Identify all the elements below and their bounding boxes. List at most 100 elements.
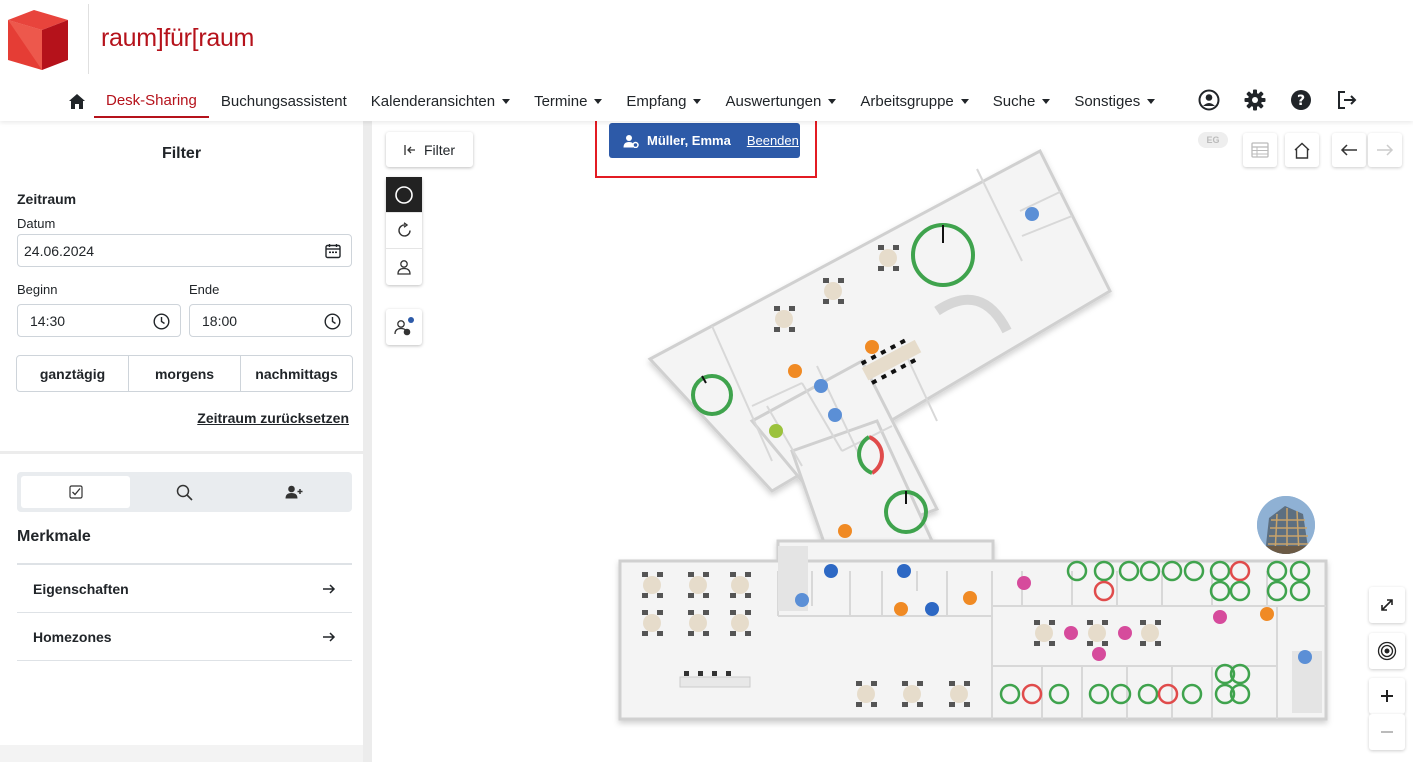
header-actions: ? <box>1186 86 1370 114</box>
nav-termine[interactable]: Termine <box>522 84 614 118</box>
map-tools <box>386 177 422 285</box>
logout-button[interactable] <box>1324 86 1370 114</box>
refresh-icon <box>397 222 411 237</box>
impersonation-banner: Müller, Emma Beenden <box>609 123 800 158</box>
nav-buchungsassistent[interactable]: Buchungsassistent <box>209 84 359 118</box>
list-item-homezones[interactable]: Homezones <box>17 613 352 661</box>
end-impersonation-link[interactable]: Beenden <box>747 133 799 148</box>
zoom-in-button[interactable] <box>1369 678 1405 714</box>
user-info-button[interactable] <box>386 309 422 345</box>
arrow-right-icon <box>323 583 336 594</box>
tool-circle[interactable] <box>386 177 422 213</box>
ende-label: Ende <box>189 282 220 297</box>
plus-icon <box>1381 690 1393 702</box>
arrow-left-icon <box>1340 144 1357 156</box>
home-outline-icon <box>1294 142 1310 159</box>
tab-merkmale[interactable] <box>21 476 130 508</box>
filter-toggle-button[interactable]: Filter <box>386 132 473 167</box>
datum-field[interactable]: 24.06.2024 <box>17 234 352 267</box>
profile-button[interactable] <box>1186 86 1232 114</box>
minus-icon <box>1381 731 1393 733</box>
fullscreen-button[interactable] <box>1369 587 1405 623</box>
circle-icon <box>395 185 413 204</box>
user-plus-icon <box>285 485 302 499</box>
zoom-out-button[interactable] <box>1369 714 1405 750</box>
datum-label: Datum <box>17 216 56 231</box>
panel-footer <box>0 745 363 762</box>
caret-down-icon <box>502 98 511 104</box>
lower-wing <box>618 539 1328 721</box>
tool-refresh[interactable] <box>386 213 422 249</box>
next-floor-button[interactable] <box>1368 133 1402 167</box>
settings-button[interactable] <box>1232 86 1278 114</box>
arrow-right-icon <box>1377 144 1394 156</box>
tab-search[interactable] <box>130 476 239 508</box>
floor-plan[interactable] <box>372 121 1413 762</box>
nav-suche[interactable]: Suche <box>981 84 1063 118</box>
calendar-icon <box>325 244 341 259</box>
calendar-view-button[interactable] <box>1243 133 1277 167</box>
user-info-icon <box>394 317 414 336</box>
floor-badge[interactable]: EG <box>1198 132 1228 148</box>
filter-panel: Filter Zeitraum Datum 24.06.2024 Beginn … <box>0 121 363 762</box>
upper-wing <box>647 148 1112 553</box>
filter-button-label: Filter <box>423 141 456 158</box>
table-icon <box>1251 142 1269 158</box>
ende-field[interactable]: 18:00 <box>189 304 352 337</box>
search-icon <box>176 484 193 501</box>
filter-tabs <box>17 472 352 512</box>
logout-icon <box>1338 91 1357 109</box>
caret-down-icon <box>594 98 603 104</box>
collapse-left-icon <box>404 144 415 155</box>
floor-map: Filter Müller, Emma Beenden EG <box>372 121 1413 762</box>
app: raum]für[raum Desk-Sharing Buchungsassis… <box>0 0 1413 762</box>
caret-down-icon <box>693 98 702 104</box>
nav-desk-sharing[interactable]: Desk-Sharing <box>94 84 209 118</box>
logo-divider <box>88 4 89 74</box>
nav-sonstiges[interactable]: Sonstiges <box>1062 84 1167 118</box>
list-item-eigenschaften[interactable]: Eigenschaften <box>17 565 352 613</box>
user-circle-icon <box>1198 89 1220 111</box>
clock-icon <box>324 313 341 330</box>
nav-auswertungen[interactable]: Auswertungen <box>713 84 848 118</box>
home-icon <box>69 93 85 109</box>
impersonated-user-name: Müller, Emma <box>647 133 731 148</box>
preset-morgens-button[interactable]: morgens <box>129 356 241 391</box>
logo-cube-icon <box>8 10 68 70</box>
caret-down-icon <box>960 98 969 104</box>
building-photo[interactable] <box>1257 496 1315 554</box>
gear-icon <box>1244 89 1266 111</box>
previous-floor-button[interactable] <box>1332 133 1366 167</box>
help-button[interactable]: ? <box>1278 86 1324 114</box>
ende-value: 18:00 <box>202 312 238 329</box>
header: raum]für[raum Desk-Sharing Buchungsassis… <box>0 0 1413 121</box>
nav-home[interactable] <box>62 84 94 118</box>
locate-button[interactable] <box>1369 633 1405 669</box>
map-home-button[interactable] <box>1285 133 1319 167</box>
user-cog-icon <box>623 134 639 148</box>
arrow-right-icon <box>323 631 336 642</box>
beginn-value: 14:30 <box>30 312 66 329</box>
panel-resizer[interactable] <box>363 121 372 762</box>
filter-title: Filter <box>161 145 202 162</box>
nav-arbeitsgruppe[interactable]: Arbeitsgruppe <box>848 84 980 118</box>
reset-zeitraum-link[interactable]: Zeitraum zurücksetzen <box>197 410 349 426</box>
brand-logo-text: raum]für[raum <box>101 24 255 52</box>
merkmale-title: Merkmale <box>17 528 91 545</box>
clock-icon <box>153 313 170 330</box>
datum-value: 24.06.2024 <box>24 242 95 259</box>
beginn-label: Beginn <box>17 282 58 297</box>
nav-empfang[interactable]: Empfang <box>614 84 713 118</box>
preset-selector: ganztägig morgens nachmittags <box>16 355 353 392</box>
expand-icon <box>1381 599 1393 611</box>
svg-text:?: ? <box>1297 93 1305 109</box>
preset-nachmittags-button[interactable]: nachmittags <box>241 356 352 391</box>
beginn-field[interactable]: 14:30 <box>17 304 181 337</box>
tool-person[interactable] <box>386 249 422 285</box>
tab-people[interactable] <box>239 476 348 508</box>
merkmale-list: Eigenschaften Homezones <box>17 563 352 661</box>
nav-kalenderansichten[interactable]: Kalenderansichten <box>359 84 522 118</box>
preset-ganztaegig-button[interactable]: ganztägig <box>17 356 129 391</box>
caret-down-icon <box>828 98 837 104</box>
section-divider <box>0 451 363 454</box>
